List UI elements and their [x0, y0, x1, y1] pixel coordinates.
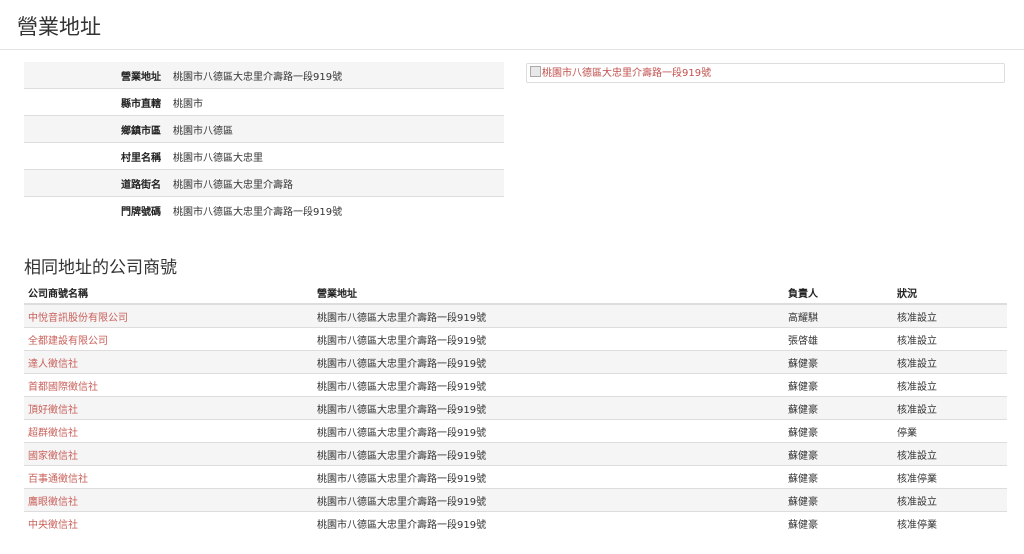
company-owner: 蘇健豪 [784, 373, 893, 397]
page-title: 營業地址 [17, 15, 101, 39]
table-row: 超群徵信社 桃園市八德區大忠里介壽路一段919號 蘇健豪 停業 [24, 419, 1007, 443]
company-address: 桃園市八德區大忠里介壽路一段919號 [313, 373, 784, 397]
company-link[interactable]: 中央徵信社 [28, 520, 78, 531]
info-value: 桃園市八德區大忠里介壽路一段919號 [173, 196, 504, 223]
info-row: 門牌號碼 桃園市八德區大忠里介壽路一段919號 [24, 196, 504, 223]
company-link[interactable]: 超群徵信社 [28, 428, 78, 439]
company-link[interactable]: 百事通徵信社 [28, 474, 88, 485]
table-row: 中悅音訊股份有限公司 桃園市八德區大忠里介壽路一段919號 高耀騏 核准設立 [24, 303, 1007, 328]
info-row: 道路街名 桃園市八德區大忠里介壽路 [24, 169, 504, 197]
same-address-title: 相同地址的公司商號 [24, 258, 177, 278]
company-status: 核准設立 [893, 373, 1007, 397]
company-status: 核准設立 [893, 442, 1007, 466]
info-label: 道路街名 [24, 169, 173, 197]
company-owner: 蘇健豪 [784, 350, 893, 374]
table-row: 中央徵信社 桃園市八德區大忠里介壽路一段919號 蘇健豪 核准停業 [24, 511, 1007, 534]
table-row: 百事通徵信社 桃園市八德區大忠里介壽路一段919號 蘇健豪 核准停業 [24, 465, 1007, 489]
company-address: 桃園市八德區大忠里介壽路一段919號 [313, 511, 784, 534]
company-status: 核准設立 [893, 303, 1007, 328]
company-status: 核准設立 [893, 396, 1007, 420]
company-status: 核准停業 [893, 465, 1007, 489]
company-address: 桃園市八德區大忠里介壽路一段919號 [313, 419, 784, 443]
table-row: 鷹眼徵信社 桃園市八德區大忠里介壽路一段919號 蘇健豪 核准設立 [24, 488, 1007, 512]
company-owner: 張啓雄 [784, 327, 893, 351]
company-address: 桃園市八德區大忠里介壽路一段919號 [313, 442, 784, 466]
info-label: 村里名稱 [24, 142, 173, 170]
info-value: 桃園市八德區大忠里介壽路一段919號 [173, 62, 504, 89]
table-row: 頂好徵信社 桃園市八德區大忠里介壽路一段919號 蘇健豪 核准設立 [24, 396, 1007, 420]
info-row: 縣市直轄 桃園市 [24, 88, 504, 116]
company-address: 桃園市八德區大忠里介壽路一段919號 [313, 350, 784, 374]
info-value: 桃園市 [173, 88, 504, 116]
info-row: 村里名稱 桃園市八德區大忠里 [24, 142, 504, 170]
info-value: 桃園市八德區 [173, 115, 504, 143]
company-link[interactable]: 鷹眼徵信社 [28, 497, 78, 508]
map-alt-text: 桃園市八德區大忠里介壽路一段919號 [542, 68, 712, 79]
company-owner: 蘇健豪 [784, 488, 893, 512]
table-row: 全都建設有限公司 桃園市八德區大忠里介壽路一段919號 張啓雄 核准設立 [24, 327, 1007, 351]
company-address: 桃園市八德區大忠里介壽路一段919號 [313, 465, 784, 489]
address-info-table: 營業地址 桃園市八德區大忠里介壽路一段919號 縣市直轄 桃園市 鄉鎮市區 桃園… [24, 62, 504, 223]
info-label: 鄉鎮市區 [24, 115, 173, 143]
col-header-name: 公司商號名稱 [24, 281, 313, 305]
info-label: 縣市直轄 [24, 88, 173, 116]
table-row: 國家徵信社 桃園市八德區大忠里介壽路一段919號 蘇健豪 核准設立 [24, 442, 1007, 466]
company-status: 核准設立 [893, 327, 1007, 351]
company-status: 停業 [893, 419, 1007, 443]
page-header: 營業地址 [0, 0, 1024, 50]
company-link[interactable]: 達人徵信社 [28, 359, 78, 370]
info-row: 鄉鎮市區 桃園市八德區 [24, 115, 504, 143]
table-header-row: 公司商號名稱 營業地址 負責人 狀況 [24, 281, 1007, 305]
company-status: 核准停業 [893, 511, 1007, 534]
company-owner: 蘇健豪 [784, 396, 893, 420]
info-row: 營業地址 桃園市八德區大忠里介壽路一段919號 [24, 62, 504, 89]
col-header-owner: 負責人 [784, 281, 893, 305]
map-image-box[interactable]: 桃園市八德區大忠里介壽路一段919號 [526, 63, 1005, 83]
company-status: 核准設立 [893, 350, 1007, 374]
col-header-status: 狀況 [893, 281, 1007, 305]
company-owner: 高耀騏 [784, 303, 893, 328]
col-header-address: 營業地址 [313, 281, 784, 305]
same-address-table: 公司商號名稱 營業地址 負責人 狀況 中悅音訊股份有限公司 桃園市八德區大忠里介… [24, 281, 1007, 534]
info-label: 門牌號碼 [24, 196, 173, 223]
info-value: 桃園市八德區大忠里 [173, 142, 504, 170]
company-link[interactable]: 全都建設有限公司 [28, 336, 108, 347]
info-label: 營業地址 [24, 62, 173, 89]
company-owner: 蘇健豪 [784, 419, 893, 443]
broken-image-icon [530, 66, 541, 77]
company-owner: 蘇健豪 [784, 442, 893, 466]
company-owner: 蘇健豪 [784, 465, 893, 489]
company-link[interactable]: 首都國際徵信社 [28, 382, 98, 393]
company-address: 桃園市八德區大忠里介壽路一段919號 [313, 303, 784, 328]
company-address: 桃園市八德區大忠里介壽路一段919號 [313, 396, 784, 420]
info-value: 桃園市八德區大忠里介壽路 [173, 169, 504, 197]
company-status: 核准設立 [893, 488, 1007, 512]
company-owner: 蘇健豪 [784, 511, 893, 534]
table-row: 首都國際徵信社 桃園市八德區大忠里介壽路一段919號 蘇健豪 核准設立 [24, 373, 1007, 397]
company-link[interactable]: 國家徵信社 [28, 451, 78, 462]
company-link[interactable]: 中悅音訊股份有限公司 [28, 313, 128, 324]
company-address: 桃園市八德區大忠里介壽路一段919號 [313, 327, 784, 351]
table-row: 達人徵信社 桃園市八德區大忠里介壽路一段919號 蘇健豪 核准設立 [24, 350, 1007, 374]
company-link[interactable]: 頂好徵信社 [28, 405, 78, 416]
company-address: 桃園市八德區大忠里介壽路一段919號 [313, 488, 784, 512]
